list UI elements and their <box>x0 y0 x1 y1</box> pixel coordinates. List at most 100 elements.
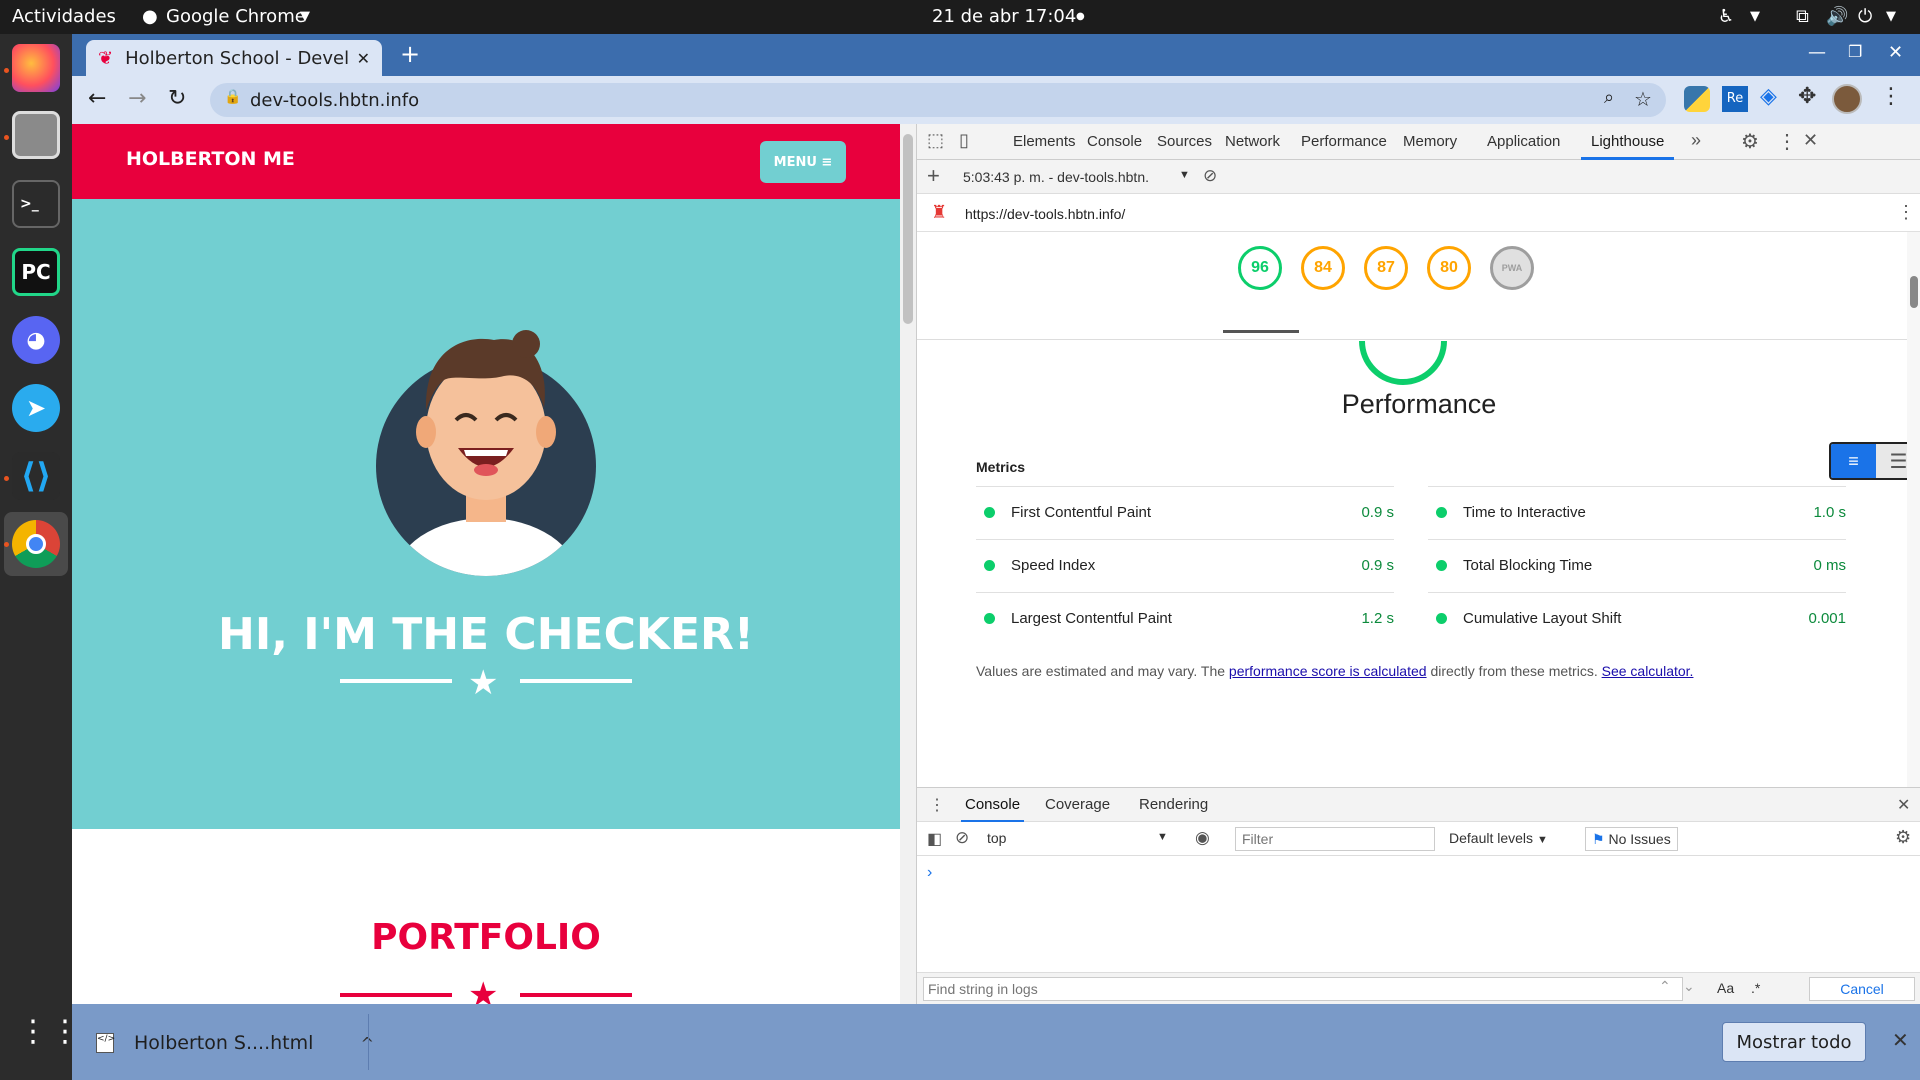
tab-application[interactable]: Application <box>1485 124 1562 160</box>
chevron-down-icon[interactable]: ▼ <box>1179 169 1190 181</box>
regex-button[interactable]: .* <box>1751 980 1760 996</box>
tab-sources[interactable]: Sources <box>1155 124 1214 160</box>
find-next-icon[interactable]: ⌄ <box>1683 978 1695 995</box>
new-tab-button[interactable]: + <box>400 40 420 68</box>
drive-extension-icon[interactable]: ◈ <box>1760 84 1777 109</box>
close-drawer-icon[interactable]: ✕ <box>1897 795 1910 815</box>
pycharm-icon[interactable]: PC <box>12 248 60 296</box>
gear-icon[interactable]: ⚙ <box>1741 129 1759 154</box>
tab-performance[interactable]: Performance <box>1299 124 1389 160</box>
find-prev-icon[interactable]: ⌃ <box>1659 978 1671 995</box>
close-shelf-icon[interactable]: ✕ <box>1892 1028 1909 1052</box>
match-case-button[interactable]: Aa <box>1717 980 1734 996</box>
score-gauge[interactable]: 87 <box>1364 246 1408 290</box>
files-icon[interactable] <box>12 111 60 159</box>
browser-tab[interactable]: ❦ Holberton School - Devel ✕ <box>86 40 382 76</box>
selected-score-underline <box>1223 330 1299 333</box>
drawer-tab-rendering[interactable]: Rendering <box>1139 796 1208 813</box>
forward-button[interactable]: → <box>128 86 146 111</box>
console-settings-gear-icon[interactable]: ⚙ <box>1895 827 1911 848</box>
tab-memory[interactable]: Memory <box>1401 124 1459 160</box>
new-report-button[interactable]: + <box>927 163 940 189</box>
drawer-menu-icon[interactable]: ⋮ <box>929 795 945 815</box>
portfolio-section: PORTFOLIO ★ <box>72 829 900 1004</box>
show-all-button[interactable]: Mostrar todo <box>1722 1022 1866 1062</box>
tab-elements[interactable]: Elements <box>1011 124 1078 160</box>
terminal-icon[interactable]: >_ <box>12 180 60 228</box>
back-button[interactable]: ← <box>88 86 106 111</box>
report-menu-icon[interactable]: ⋮ <box>1897 202 1915 223</box>
app-menu[interactable]: Google Chrome <box>166 6 306 27</box>
tab-console[interactable]: Console <box>1085 124 1144 160</box>
console-filter-input[interactable] <box>1235 827 1435 851</box>
expanded-view-icon[interactable]: ☰ <box>1876 444 1907 478</box>
power-icon[interactable]: ⏻ <box>1858 6 1872 27</box>
score-gauge[interactable]: PWA <box>1490 246 1534 290</box>
calculator-link[interactable]: See calculator. <box>1602 663 1694 679</box>
metrics-view-toggle[interactable]: ≡ ☰ <box>1829 442 1907 480</box>
vscode-icon[interactable]: ⟨⟩ <box>12 452 60 500</box>
cancel-find-button[interactable]: Cancel <box>1809 977 1915 1001</box>
compact-view-icon[interactable]: ≡ <box>1831 444 1876 478</box>
report-selector[interactable]: 5:03:43 p. m. - dev-tools.hbtn. <box>963 169 1149 185</box>
device-toolbar-icon[interactable]: ▯ <box>959 130 969 151</box>
clear-console-icon[interactable]: ⊘ <box>955 828 969 848</box>
close-tab-icon[interactable]: ✕ <box>357 49 370 68</box>
telegram-icon[interactable]: ➤ <box>12 384 60 432</box>
find-in-logs-input[interactable] <box>923 977 1683 1001</box>
tab-network[interactable]: Network <box>1223 124 1282 160</box>
site-brand[interactable]: HOLBERTON ME <box>126 148 295 170</box>
re-extension-icon[interactable]: Re <box>1722 86 1748 112</box>
clock[interactable]: 21 de abr 17:04 <box>932 6 1076 27</box>
zoom-icon[interactable]: ⌕ <box>1604 87 1614 108</box>
close-window-button[interactable]: ✕ <box>1888 42 1903 63</box>
log-levels-dropdown[interactable]: Default levels ▼ <box>1449 830 1548 846</box>
note-text: Values are estimated and may vary. The <box>976 663 1229 679</box>
clear-reports-icon[interactable]: ⊘ <box>1203 166 1217 186</box>
menu-button[interactable]: MENU ≡ <box>760 141 846 183</box>
issues-button[interactable]: ⚑ No Issues <box>1585 827 1678 851</box>
bookmark-star-icon[interactable]: ☆ <box>1634 87 1652 111</box>
devtools-panel: ⬚ ▯ Elements Console Sources Network Per… <box>916 124 1920 1004</box>
kebab-menu-icon[interactable]: ⋮ <box>1777 129 1797 154</box>
python-extension-icon[interactable] <box>1684 86 1710 112</box>
divider-line <box>520 679 632 683</box>
extensions-puzzle-icon[interactable]: ✥ <box>1798 84 1816 109</box>
chrome-dock-icon[interactable] <box>12 520 60 568</box>
page-scrollbar[interactable] <box>900 124 916 1004</box>
activities-button[interactable]: Actividades <box>12 6 116 27</box>
context-selector[interactable]: top ▼ <box>981 828 1181 850</box>
web-page: HOLBERTON ME MENU ≡ HI, I'M THE CHECKER!… <box>72 124 900 1004</box>
more-tabs-icon[interactable]: » <box>1691 130 1701 151</box>
metric-label: Largest Contentful Paint <box>1011 610 1172 627</box>
sidebar-toggle-icon[interactable]: ◧ <box>927 829 942 849</box>
reload-button[interactable]: ↻ <box>168 86 186 111</box>
score-gauge[interactable]: 96 <box>1238 246 1282 290</box>
scrollbar-thumb[interactable] <box>903 134 913 324</box>
address-bar[interactable]: 🔒 dev-tools.hbtn.info ⌕ ☆ <box>210 83 1666 117</box>
minimize-button[interactable]: — <box>1808 42 1826 63</box>
discord-icon[interactable]: ◕ <box>12 316 60 364</box>
network-icon[interactable]: ⧉ <box>1796 6 1809 27</box>
find-bar: ⌃ ⌄ Aa .* Cancel <box>917 972 1920 1004</box>
volume-icon[interactable]: 🔊 <box>1826 6 1848 27</box>
close-devtools-icon[interactable]: ✕ <box>1803 130 1818 151</box>
score-calculation-link[interactable]: performance score is calculated <box>1229 663 1427 679</box>
profile-avatar[interactable] <box>1832 84 1862 114</box>
tab-lighthouse[interactable]: Lighthouse <box>1581 124 1675 160</box>
scrollbar-thumb[interactable] <box>1910 276 1918 308</box>
score-gauge[interactable]: 84 <box>1301 246 1345 290</box>
report-scrollbar[interactable] <box>1907 232 1920 787</box>
chrome-menu-icon[interactable]: ⋮ <box>1880 84 1902 109</box>
download-filename: Holberton S....html <box>134 1032 314 1054</box>
drawer-tab-console[interactable]: Console <box>961 788 1025 822</box>
download-item[interactable]: </> Holberton S....html ^ <box>96 1026 374 1060</box>
score-gauge[interactable]: 80 <box>1427 246 1471 290</box>
drawer-tab-coverage[interactable]: Coverage <box>1045 796 1110 813</box>
accessibility-icon[interactable]: ♿ <box>1718 6 1734 27</box>
inspect-element-icon[interactable]: ⬚ <box>927 130 944 151</box>
console-prompt-icon[interactable]: › <box>927 864 932 882</box>
restore-button[interactable]: ❐ <box>1848 42 1862 61</box>
firefox-icon[interactable] <box>12 44 60 92</box>
live-expression-eye-icon[interactable]: ◉ <box>1195 828 1210 848</box>
